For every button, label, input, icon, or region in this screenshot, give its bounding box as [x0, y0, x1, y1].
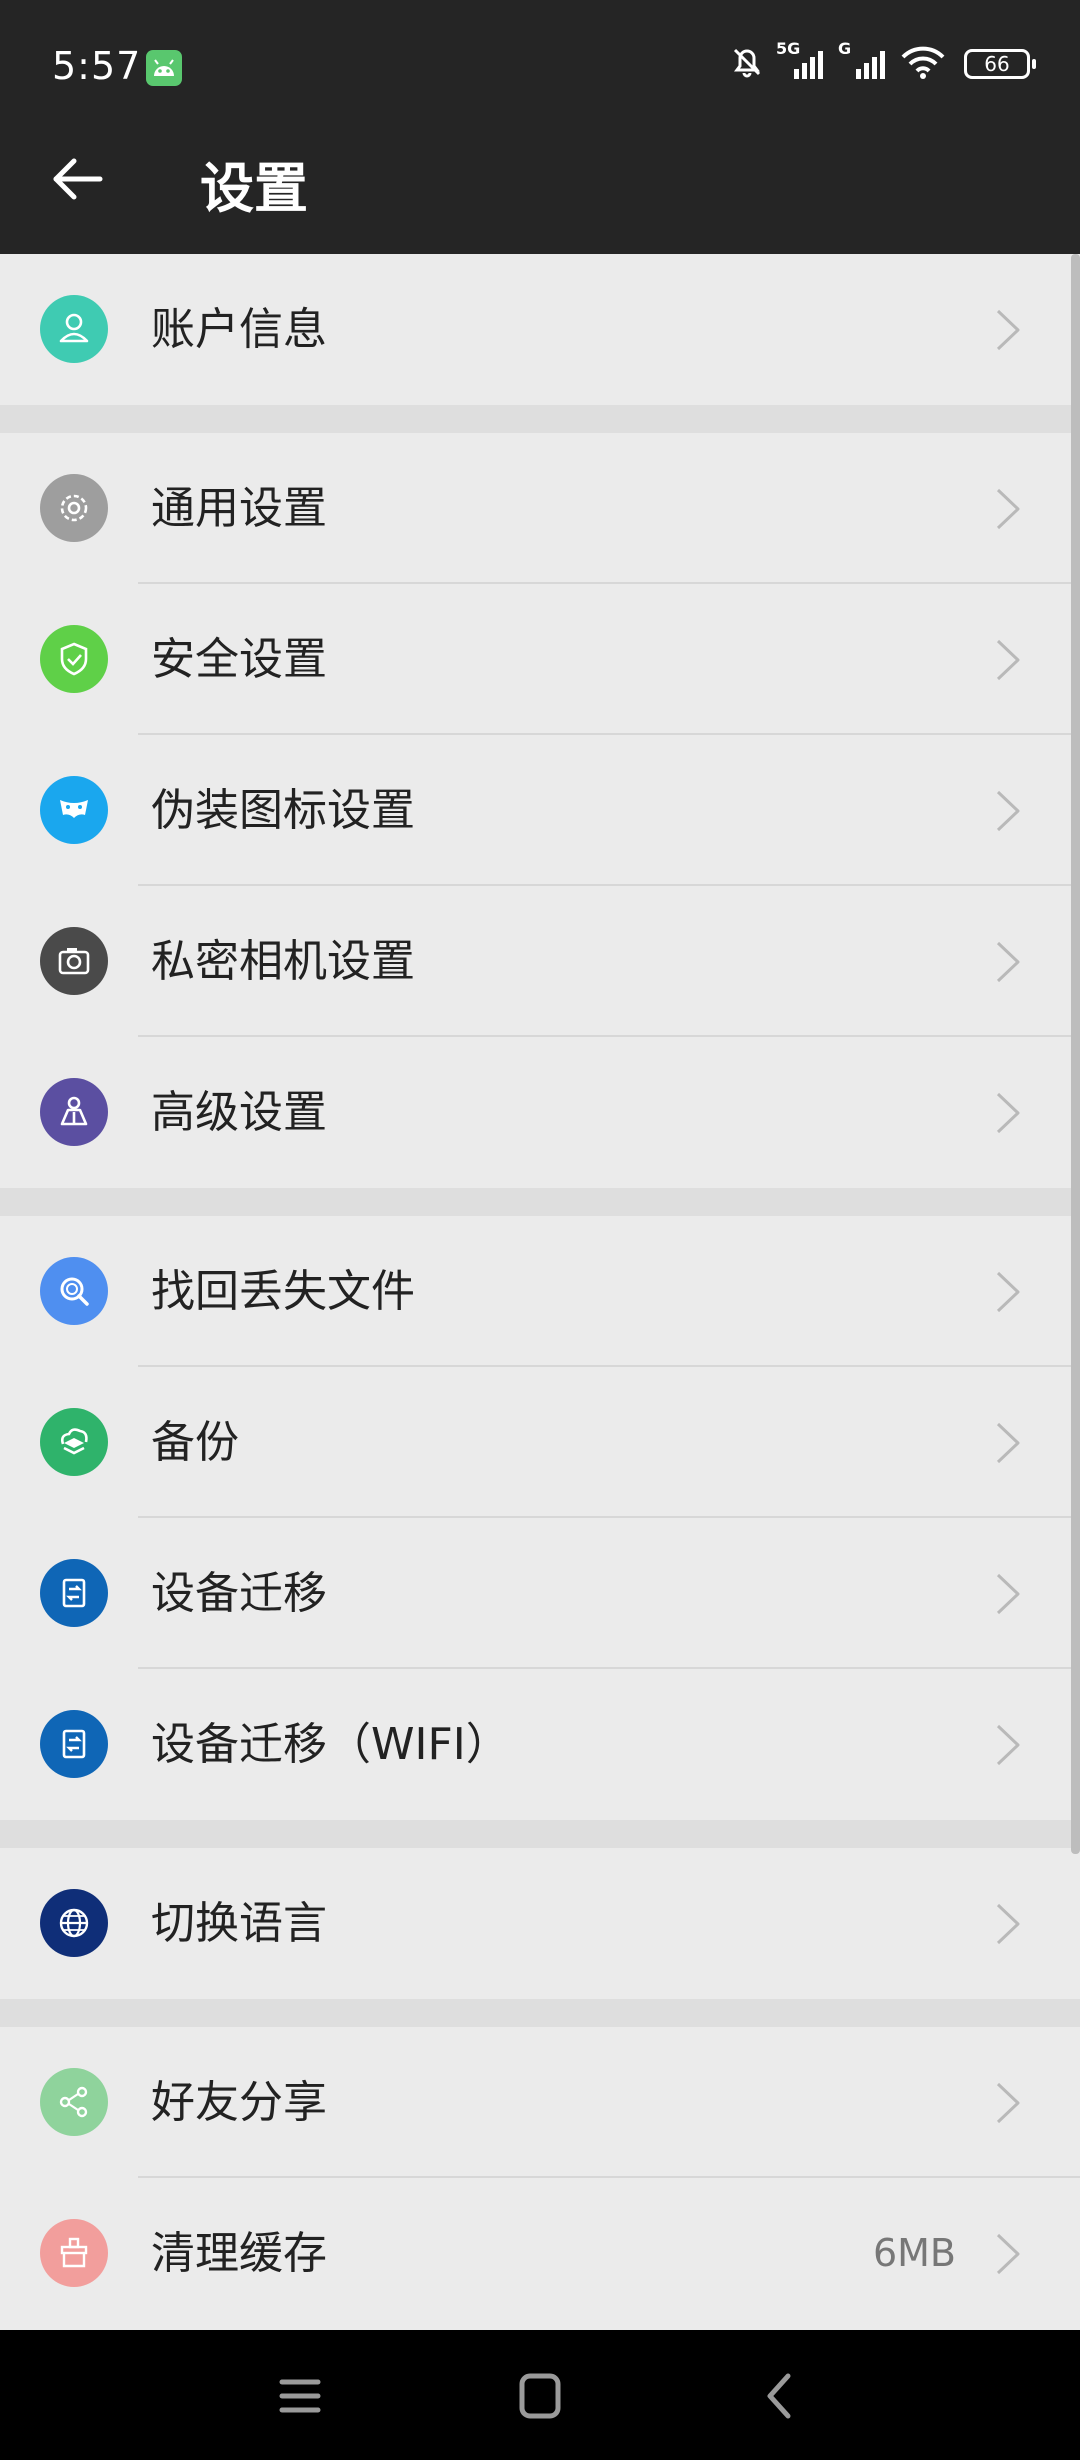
chevron-right-icon [992, 2078, 1024, 2128]
settings-item[interactable]: 高级设置 [0, 1037, 1080, 1188]
mute-bell-icon [728, 43, 766, 85]
back-chevron-icon [767, 2373, 791, 2419]
status-time: 5:57 [52, 44, 142, 88]
settings-item[interactable]: 账户信息 [0, 254, 1080, 405]
settings-item[interactable]: 伪装图标设置 [0, 735, 1080, 886]
settings-item-label: 切换语言 [151, 1898, 327, 1949]
settings-item-label: 设备迁移（WIFI） [151, 1719, 510, 1770]
chevron-right-icon [992, 1267, 1024, 1317]
menu-icon [279, 2379, 321, 2413]
shield-check-icon [40, 625, 108, 693]
settings-item-label: 好友分享 [151, 2077, 327, 2128]
transfer-wifi-icon [40, 1710, 108, 1778]
group-separator [0, 1999, 1080, 2027]
battery-level: 66 [984, 52, 1010, 76]
status-icons: 5G G 66 [728, 39, 1036, 85]
group-separator [0, 405, 1080, 433]
scrollbar[interactable] [1071, 254, 1080, 1854]
wifi-icon [900, 43, 946, 85]
settings-item-label: 安全设置 [151, 634, 327, 685]
home-square-icon [519, 2373, 561, 2419]
transfer-icon [40, 1559, 108, 1627]
settings-item-label: 伪装图标设置 [151, 785, 415, 836]
chevron-right-icon [992, 305, 1024, 355]
chevron-right-icon [992, 1569, 1024, 1619]
group-separator [0, 1820, 1080, 1848]
chevron-right-icon [992, 484, 1024, 534]
chevron-right-icon [992, 635, 1024, 685]
chevron-right-icon [992, 1899, 1024, 1949]
chevron-right-icon [992, 786, 1024, 836]
settings-group: 找回丢失文件 备份设备迁移设备迁移（WIFI） [0, 1216, 1080, 1820]
settings-item-label: 备份 [151, 1417, 239, 1468]
signal-5g-icon: 5G [776, 39, 828, 83]
magnifier-icon [40, 1257, 108, 1325]
menu-button[interactable] [270, 2368, 330, 2424]
share-icon [40, 2068, 108, 2136]
globe-icon [40, 1889, 108, 1957]
navigation-bar [0, 2330, 1080, 2460]
settings-item[interactable]: 备份 [0, 1367, 1080, 1518]
settings-item[interactable]: 设备迁移（WIFI） [0, 1669, 1080, 1820]
settings-item[interactable]: 安全设置 [0, 584, 1080, 735]
settings-item[interactable]: 通用设置 [0, 433, 1080, 584]
broom-icon [40, 2219, 108, 2287]
settings-group: 好友分享清理缓存 6MB [0, 2027, 1080, 2329]
nav-back-button[interactable] [750, 2368, 810, 2424]
chevron-right-icon [992, 1088, 1024, 1138]
chevron-right-icon [992, 1720, 1024, 1770]
cloud-layers-icon [40, 1408, 108, 1476]
settings-item-label: 找回丢失文件 [151, 1266, 415, 1317]
settings-item-label: 私密相机设置 [151, 936, 415, 987]
signal-g-icon: G [838, 39, 890, 83]
settings-item[interactable]: 清理缓存 6MB [0, 2178, 1080, 2329]
settings-item-label: 设备迁移 [151, 1568, 327, 1619]
advanced-user-icon [40, 1078, 108, 1146]
android-icon [146, 50, 182, 86]
person-icon [40, 295, 108, 363]
home-button[interactable] [510, 2368, 570, 2424]
settings-group: 切换语言 [0, 1848, 1080, 1999]
mask-icon [40, 776, 108, 844]
settings-group: 通用设置安全设置伪装图标设置 私密相机设置 高级设置 [0, 433, 1080, 1188]
settings-group: 账户信息 [0, 254, 1080, 405]
settings-item-label: 账户信息 [151, 304, 327, 355]
back-arrow-icon [53, 158, 103, 200]
camera-icon [40, 927, 108, 995]
battery-indicator: 66 [964, 49, 1036, 79]
settings-item-label: 清理缓存 [151, 2228, 327, 2279]
settings-item-label: 通用设置 [151, 483, 327, 534]
title-bar: 设置 [0, 100, 1080, 254]
gear-icon [40, 474, 108, 542]
settings-item[interactable]: 切换语言 [0, 1848, 1080, 1999]
settings-item[interactable]: 私密相机设置 [0, 886, 1080, 1037]
chevron-right-icon [992, 937, 1024, 987]
page-title: 设置 [200, 157, 308, 220]
settings-item[interactable]: 找回丢失文件 [0, 1216, 1080, 1367]
settings-item-label: 高级设置 [151, 1087, 327, 1138]
back-button[interactable] [44, 146, 110, 212]
group-separator [0, 1188, 1080, 1216]
chevron-right-icon [992, 1418, 1024, 1468]
settings-item-value: 6MB [872, 2231, 956, 2275]
settings-list: 账户信息通用设置安全设置伪装图标设置 私密相机设置 高级设置找回丢失文件 备份设备迁移… [0, 254, 1080, 2329]
settings-item[interactable]: 好友分享 [0, 2027, 1080, 2178]
settings-item[interactable]: 设备迁移 [0, 1518, 1080, 1669]
chevron-right-icon [992, 2229, 1024, 2279]
